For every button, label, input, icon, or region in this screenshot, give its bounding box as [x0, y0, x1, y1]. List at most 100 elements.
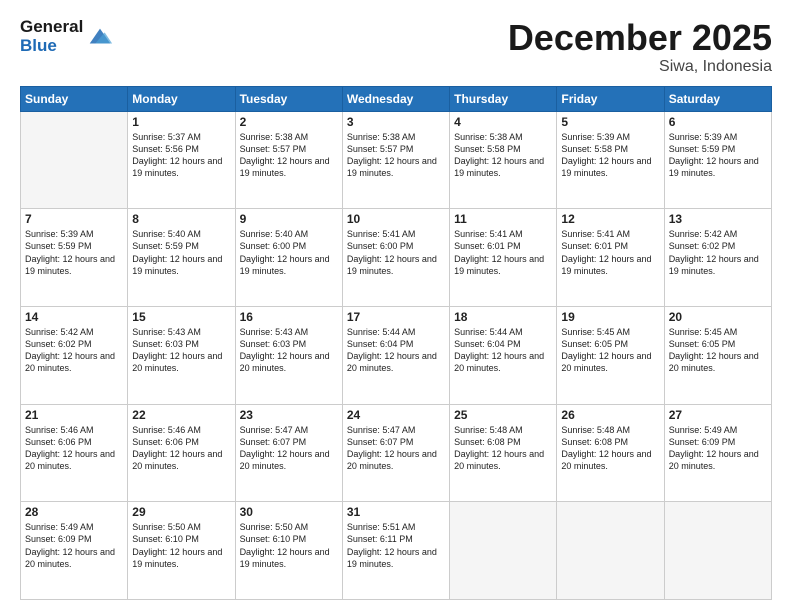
- day-info: Sunrise: 5:43 AM Sunset: 6:03 PM Dayligh…: [132, 326, 230, 375]
- day-number: 17: [347, 310, 445, 324]
- calendar-cell: [557, 502, 664, 600]
- calendar-cell: 17 Sunrise: 5:44 AM Sunset: 6:04 PM Dayli…: [342, 306, 449, 404]
- header: General Blue December 2025 Siwa, Indones…: [20, 18, 772, 76]
- calendar-cell: 13 Sunrise: 5:42 AM Sunset: 6:02 PM Dayli…: [664, 209, 771, 307]
- day-number: 11: [454, 212, 552, 226]
- day-info: Sunrise: 5:37 AM Sunset: 5:56 PM Dayligh…: [132, 131, 230, 180]
- day-number: 29: [132, 505, 230, 519]
- day-info: Sunrise: 5:48 AM Sunset: 6:08 PM Dayligh…: [454, 424, 552, 473]
- day-info: Sunrise: 5:38 AM Sunset: 5:57 PM Dayligh…: [240, 131, 338, 180]
- day-number: 1: [132, 115, 230, 129]
- calendar-cell: 29 Sunrise: 5:50 AM Sunset: 6:10 PM Dayli…: [128, 502, 235, 600]
- header-wednesday: Wednesday: [342, 86, 449, 111]
- day-number: 19: [561, 310, 659, 324]
- day-info: Sunrise: 5:44 AM Sunset: 6:04 PM Dayligh…: [347, 326, 445, 375]
- calendar-cell: 28 Sunrise: 5:49 AM Sunset: 6:09 PM Dayli…: [21, 502, 128, 600]
- header-sunday: Sunday: [21, 86, 128, 111]
- calendar-cell: 14Sunrise: 5:42 AM Sunset: 6:02 PM Dayli…: [21, 306, 128, 404]
- day-number: 12: [561, 212, 659, 226]
- day-number: 16: [240, 310, 338, 324]
- day-info: Sunrise: 5:49 AM Sunset: 6:09 PM Dayligh…: [669, 424, 767, 473]
- day-info: Sunrise: 5:48 AM Sunset: 6:08 PM Dayligh…: [561, 424, 659, 473]
- day-info: Sunrise: 5:38 AM Sunset: 5:57 PM Dayligh…: [347, 131, 445, 180]
- day-info: Sunrise: 5:38 AM Sunset: 5:58 PM Dayligh…: [454, 131, 552, 180]
- calendar-cell: 6 Sunrise: 5:39 AM Sunset: 5:59 PM Daylig…: [664, 111, 771, 209]
- day-info: Sunrise: 5:42 AM Sunset: 6:02 PM Dayligh…: [669, 228, 767, 277]
- day-info: Sunrise: 5:47 AM Sunset: 6:07 PM Dayligh…: [347, 424, 445, 473]
- calendar-cell: [664, 502, 771, 600]
- day-number: 18: [454, 310, 552, 324]
- day-number: 15: [132, 310, 230, 324]
- logo: General Blue: [20, 18, 114, 55]
- day-info: Sunrise: 5:45 AM Sunset: 6:05 PM Dayligh…: [561, 326, 659, 375]
- logo-blue: Blue: [20, 37, 83, 56]
- day-number: 3: [347, 115, 445, 129]
- calendar-table: Sunday Monday Tuesday Wednesday Thursday…: [20, 86, 772, 600]
- calendar-cell: 20Sunrise: 5:45 AM Sunset: 6:05 PM Dayli…: [664, 306, 771, 404]
- calendar-cell: 30 Sunrise: 5:50 AM Sunset: 6:10 PM Dayli…: [235, 502, 342, 600]
- calendar-cell: 1 Sunrise: 5:37 AM Sunset: 5:56 PM Daylig…: [128, 111, 235, 209]
- header-monday: Monday: [128, 86, 235, 111]
- day-number: 21: [25, 408, 123, 422]
- day-number: 20: [669, 310, 767, 324]
- day-info: Sunrise: 5:40 AM Sunset: 6:00 PM Dayligh…: [240, 228, 338, 277]
- logo-icon: [86, 23, 114, 51]
- day-info: Sunrise: 5:50 AM Sunset: 6:10 PM Dayligh…: [240, 521, 338, 570]
- location: Siwa, Indonesia: [508, 58, 772, 76]
- calendar-cell: 9 Sunrise: 5:40 AM Sunset: 6:00 PM Daylig…: [235, 209, 342, 307]
- day-number: 24: [347, 408, 445, 422]
- calendar-cell: [450, 502, 557, 600]
- calendar-cell: 8 Sunrise: 5:40 AM Sunset: 5:59 PM Daylig…: [128, 209, 235, 307]
- calendar-cell: 11Sunrise: 5:41 AM Sunset: 6:01 PM Dayli…: [450, 209, 557, 307]
- day-info: Sunrise: 5:50 AM Sunset: 6:10 PM Dayligh…: [132, 521, 230, 570]
- week-row-3: 14Sunrise: 5:42 AM Sunset: 6:02 PM Dayli…: [21, 306, 772, 404]
- day-number: 30: [240, 505, 338, 519]
- day-info: Sunrise: 5:42 AM Sunset: 6:02 PM Dayligh…: [25, 326, 123, 375]
- day-number: 4: [454, 115, 552, 129]
- calendar-cell: 10Sunrise: 5:41 AM Sunset: 6:00 PM Dayli…: [342, 209, 449, 307]
- day-number: 22: [132, 408, 230, 422]
- calendar-cell: 2Sunrise: 5:38 AM Sunset: 5:57 PM Daylig…: [235, 111, 342, 209]
- day-info: Sunrise: 5:47 AM Sunset: 6:07 PM Dayligh…: [240, 424, 338, 473]
- calendar-cell: 18 Sunrise: 5:44 AM Sunset: 6:04 PM Dayli…: [450, 306, 557, 404]
- day-info: Sunrise: 5:41 AM Sunset: 6:01 PM Dayligh…: [561, 228, 659, 277]
- week-row-4: 21Sunrise: 5:46 AM Sunset: 6:06 PM Dayli…: [21, 404, 772, 502]
- day-number: 31: [347, 505, 445, 519]
- calendar-cell: 26Sunrise: 5:48 AM Sunset: 6:08 PM Dayli…: [557, 404, 664, 502]
- calendar-cell: 3 Sunrise: 5:38 AM Sunset: 5:57 PM Daylig…: [342, 111, 449, 209]
- week-row-5: 28 Sunrise: 5:49 AM Sunset: 6:09 PM Dayli…: [21, 502, 772, 600]
- calendar-cell: 23 Sunrise: 5:47 AM Sunset: 6:07 PM Dayli…: [235, 404, 342, 502]
- day-number: 5: [561, 115, 659, 129]
- page: General Blue December 2025 Siwa, Indones…: [0, 0, 792, 612]
- day-info: Sunrise: 5:39 AM Sunset: 5:59 PM Dayligh…: [669, 131, 767, 180]
- day-info: Sunrise: 5:44 AM Sunset: 6:04 PM Dayligh…: [454, 326, 552, 375]
- day-info: Sunrise: 5:51 AM Sunset: 6:11 PM Dayligh…: [347, 521, 445, 570]
- day-number: 9: [240, 212, 338, 226]
- header-saturday: Saturday: [664, 86, 771, 111]
- day-number: 8: [132, 212, 230, 226]
- day-number: 10: [347, 212, 445, 226]
- calendar-cell: 7Sunrise: 5:39 AM Sunset: 5:59 PM Daylig…: [21, 209, 128, 307]
- day-number: 6: [669, 115, 767, 129]
- month-title: December 2025: [508, 18, 772, 58]
- week-row-2: 7Sunrise: 5:39 AM Sunset: 5:59 PM Daylig…: [21, 209, 772, 307]
- header-thursday: Thursday: [450, 86, 557, 111]
- header-friday: Friday: [557, 86, 664, 111]
- day-info: Sunrise: 5:43 AM Sunset: 6:03 PM Dayligh…: [240, 326, 338, 375]
- calendar-cell: 31 Sunrise: 5:51 AM Sunset: 6:11 PM Dayli…: [342, 502, 449, 600]
- day-info: Sunrise: 5:40 AM Sunset: 5:59 PM Dayligh…: [132, 228, 230, 277]
- day-number: 13: [669, 212, 767, 226]
- title-area: December 2025 Siwa, Indonesia: [508, 18, 772, 76]
- calendar-cell: 22Sunrise: 5:46 AM Sunset: 6:06 PM Dayli…: [128, 404, 235, 502]
- calendar-cell: 5Sunrise: 5:39 AM Sunset: 5:58 PM Daylig…: [557, 111, 664, 209]
- calendar-cell: 16 Sunrise: 5:43 AM Sunset: 6:03 PM Dayli…: [235, 306, 342, 404]
- calendar-cell: 24 Sunrise: 5:47 AM Sunset: 6:07 PM Dayli…: [342, 404, 449, 502]
- calendar-cell: 15 Sunrise: 5:43 AM Sunset: 6:03 PM Dayli…: [128, 306, 235, 404]
- header-tuesday: Tuesday: [235, 86, 342, 111]
- day-number: 28: [25, 505, 123, 519]
- day-info: Sunrise: 5:39 AM Sunset: 5:59 PM Dayligh…: [25, 228, 123, 277]
- day-number: 23: [240, 408, 338, 422]
- days-header-row: Sunday Monday Tuesday Wednesday Thursday…: [21, 86, 772, 111]
- calendar-cell: 21Sunrise: 5:46 AM Sunset: 6:06 PM Dayli…: [21, 404, 128, 502]
- day-info: Sunrise: 5:49 AM Sunset: 6:09 PM Dayligh…: [25, 521, 123, 570]
